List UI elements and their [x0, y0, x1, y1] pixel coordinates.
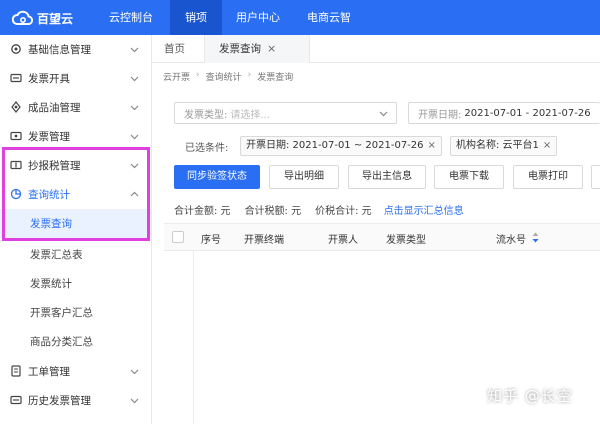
invoice-type-select[interactable]: 发票类型: 请选择...	[174, 102, 397, 124]
sidebar-item-history-invoice[interactable]: 历史发票管理	[0, 386, 151, 415]
total-sum: 价税合计: 元	[315, 206, 372, 217]
column-header-index: 序号	[201, 235, 221, 246]
highlight-annotation-box	[2, 147, 150, 241]
tab-invoice-query[interactable]: 发票查询 ×	[204, 35, 310, 63]
sidebar-subitem-invoice-summary[interactable]: 发票汇总表	[0, 240, 151, 269]
export-main-info-button[interactable]: 导出主信息	[348, 165, 426, 189]
sidebar-item-label: 基础信息管理	[28, 44, 91, 56]
invoice-type-placeholder: 请选择...	[230, 109, 270, 121]
logo[interactable]: 百望云	[12, 9, 73, 27]
top-nav: 云控制台 销项 用户中心 电商云智	[92, 0, 364, 35]
chevron-down-icon	[130, 76, 139, 82]
sidebar-item-ticket-manage[interactable]: 工单管理	[0, 357, 151, 386]
logo-text: 百望云	[37, 11, 74, 26]
export-detail-button[interactable]: 导出明细	[269, 165, 339, 189]
tab-bar: 首页 发票查询 ×	[152, 35, 600, 63]
sidebar-item-invoice-issue[interactable]: 发票开具	[0, 64, 151, 93]
sidebar-item-label: 工单管理	[28, 366, 70, 378]
close-icon[interactable]: ×	[428, 140, 436, 151]
history-icon	[10, 395, 22, 405]
tab-label: 发票查询	[219, 43, 261, 55]
e-invoice-download-button[interactable]: 电票下载	[434, 165, 504, 189]
chevron-down-icon	[379, 111, 388, 117]
invoice-date-value: 2021-07-01 - 2021-07-26	[464, 107, 591, 119]
nav-cloud-console[interactable]: 云控制台	[92, 0, 170, 35]
nav-user-center[interactable]: 用户中心	[222, 0, 294, 35]
sidebar-item-basic-info[interactable]: 基础信息管理	[0, 35, 151, 64]
close-icon[interactable]: ×	[543, 140, 551, 151]
cloud-logo-icon	[12, 10, 34, 25]
condition-tag-org: 机构名称: 云平台1 ×	[450, 136, 558, 156]
breadcrumb-item[interactable]: 云开票	[163, 70, 190, 83]
sync-signature-button[interactable]: 同步验签状态	[174, 165, 260, 189]
sidebar-subitem-label: 商品分类汇总	[30, 336, 93, 348]
chevron-down-icon	[130, 105, 139, 111]
condition-tag-date: 开票日期: 2021-07-01 ~ 2021-07-26 ×	[240, 136, 442, 156]
chevron-down-icon	[130, 398, 139, 404]
ticket-icon	[11, 365, 21, 377]
table-header: 序号 开票终端 开票人 发票类型 流水号	[164, 223, 600, 251]
nav-ecommerce[interactable]: 电商云智	[294, 0, 364, 35]
chevron-down-icon	[130, 134, 139, 140]
invoice-icon	[10, 73, 22, 83]
breadcrumb-separator-icon: ›	[247, 70, 252, 80]
invoice-manage-icon	[10, 131, 22, 141]
chevron-down-icon	[130, 47, 139, 53]
sidebar-subitem-invoice-stats[interactable]: 发票统计	[0, 269, 151, 298]
sidebar-item-oil-manage[interactable]: 成品油管理	[0, 93, 151, 122]
select-all-checkbox[interactable]	[172, 231, 184, 243]
sidebar-item-label: 历史发票管理	[28, 395, 91, 407]
column-header-terminal: 开票终端	[244, 235, 284, 246]
table-column-divider	[193, 251, 194, 424]
sidebar-subitem-customer-summary[interactable]: 开票客户汇总	[0, 298, 151, 327]
sidebar-item-label: 发票开具	[28, 73, 70, 85]
sidebar-item-label: 发票管理	[28, 131, 70, 143]
breadcrumb-item: 发票查询	[257, 73, 294, 83]
total-amount: 合计金额: 元	[174, 206, 231, 217]
column-header-issuer: 开票人	[328, 235, 358, 246]
invoice-date-label: 开票日期:	[418, 109, 462, 121]
sidebar-item-label: 成品油管理	[28, 102, 81, 114]
breadcrumb-separator-icon: ›	[196, 70, 200, 80]
e-invoice-print-button[interactable]: 电票打印	[513, 165, 583, 189]
tab-home[interactable]: 首页	[164, 35, 185, 63]
sidebar-subitem-label: 发票汇总表	[30, 249, 83, 261]
chevron-down-icon	[130, 369, 139, 375]
column-header-serial-no[interactable]: 流水号	[496, 231, 526, 246]
column-header-invoice-type: 发票类型	[386, 235, 426, 246]
gear-icon	[11, 44, 21, 54]
selected-conditions-label: 已选条件:	[185, 143, 229, 154]
top-navbar: 百望云 云控制台 销项 用户中心 电商云智	[0, 0, 600, 35]
condition-tag-text: 开票日期: 2021-07-01 ~ 2021-07-26	[246, 140, 424, 151]
watermark: 知乎 @长空	[487, 387, 573, 405]
sort-icon[interactable]	[532, 232, 539, 243]
invoice-type-label: 发票类型:	[184, 109, 228, 121]
breadcrumb: 云开票 › 查询统计 › 发票查询	[163, 70, 293, 83]
sidebar-subitem-label: 发票统计	[30, 278, 72, 290]
nav-sales[interactable]: 销项	[170, 0, 222, 35]
invoice-date-range[interactable]: 开票日期: 2021-07-01 - 2021-07-26	[408, 102, 600, 124]
totals-bar: 合计金额: 元 合计税额: 元 价税合计: 元 点击显示汇总信息	[174, 202, 464, 217]
total-tax: 合计税额: 元	[244, 206, 302, 217]
breadcrumb-item[interactable]: 查询统计	[206, 70, 242, 83]
sidebar-subitem-goods-summary[interactable]: 商品分类汇总	[0, 327, 151, 356]
sidebar-subitem-label: 开票客户汇总	[30, 307, 93, 319]
more-button[interactable]	[591, 165, 600, 189]
condition-tag-text: 机构名称: 云平台1	[456, 140, 539, 151]
fuel-icon	[11, 101, 21, 113]
close-icon[interactable]: ×	[267, 42, 276, 55]
show-summary-link[interactable]: 点击显示汇总信息	[384, 202, 464, 217]
